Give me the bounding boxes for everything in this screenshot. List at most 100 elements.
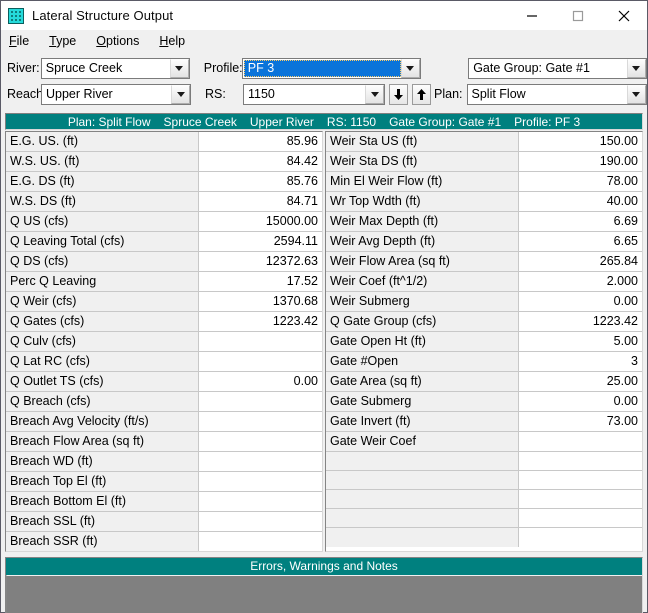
right-results-table: Weir Sta US (ft) 150.00 Weir Sta DS (ft) 19… (325, 131, 643, 552)
row-label: Q Gate Group (cfs) (326, 311, 519, 332)
table-row[interactable]: Q Outlet TS (cfs) 0.00 (6, 371, 322, 392)
chevron-down-icon[interactable] (626, 58, 646, 78)
table-row[interactable]: Breach WD (ft) (6, 451, 322, 472)
maximize-button[interactable] (555, 1, 601, 30)
row-value: 0.00 (198, 371, 322, 392)
chevron-down-icon[interactable] (169, 58, 189, 78)
menu-item-file[interactable]: File (9, 34, 29, 48)
row-value: 17.52 (198, 271, 322, 292)
row-label (326, 470, 519, 490)
row-value (198, 331, 322, 352)
table-row[interactable]: Q Breach (cfs) (6, 391, 322, 412)
table-row[interactable]: Breach SSL (ft) (6, 511, 322, 532)
row-value (198, 391, 322, 412)
table-row[interactable]: Q Gates (cfs) 1223.42 (6, 311, 322, 332)
row-value: 0.00 (518, 291, 642, 312)
table-row[interactable]: Gate Submerg 0.00 (326, 391, 642, 412)
row-label: Weir Max Depth (ft) (326, 211, 519, 232)
menu-item-options[interactable]: Options (96, 34, 139, 48)
table-row[interactable]: W.S. DS (ft) 84.71 (6, 191, 322, 212)
table-row[interactable]: Min El Weir Flow (ft) 78.00 (326, 171, 642, 192)
table-row[interactable]: E.G. US. (ft) 85.96 (6, 132, 322, 152)
row-value: 150.00 (518, 132, 642, 152)
table-row[interactable]: Weir Flow Area (sq ft) 265.84 (326, 251, 642, 272)
close-button[interactable] (601, 1, 647, 30)
menu-item-help-rest: elp (168, 33, 186, 48)
table-row[interactable]: Breach Bottom El (ft) (6, 491, 322, 512)
table-row[interactable]: Weir Submerg 0.00 (326, 291, 642, 312)
table-row[interactable] (326, 489, 642, 509)
row-label: Breach Bottom El (ft) (6, 491, 199, 512)
river-label: River: (7, 61, 40, 75)
row-label: Q Culv (cfs) (6, 331, 199, 352)
chevron-down-icon[interactable] (171, 84, 190, 104)
row-value: 5.00 (518, 331, 642, 352)
table-row[interactable]: Gate Open Ht (ft) 5.00 (326, 331, 642, 352)
table-row[interactable]: Q US (cfs) 15000.00 (6, 211, 322, 232)
chevron-down-icon[interactable] (626, 84, 646, 104)
row-label: Gate Submerg (326, 391, 519, 412)
gate-group-value: Gate Group: Gate #1 (473, 61, 590, 75)
context-plan: Plan: Split Flow (67, 114, 151, 129)
profile-combobox[interactable]: PF 3 (241, 57, 421, 79)
table-row[interactable]: Q Leaving Total (cfs) 2594.11 (6, 231, 322, 252)
table-row[interactable]: Q Weir (cfs) 1370.68 (6, 291, 322, 312)
row-value: 190.00 (518, 151, 642, 172)
row-label: Gate Invert (ft) (326, 411, 519, 432)
table-row[interactable]: Q Lat RC (cfs) (6, 351, 322, 372)
table-row[interactable]: Gate Area (sq ft) 25.00 (326, 371, 642, 392)
menu-item-help[interactable]: Help (159, 34, 185, 48)
row-label: Weir Avg Depth (ft) (326, 231, 519, 252)
menu-item-type[interactable]: Type (49, 34, 76, 48)
chevron-down-icon[interactable] (365, 84, 384, 104)
table-row[interactable]: Breach Flow Area (sq ft) (6, 431, 322, 452)
table-row[interactable]: W.S. US. (ft) 84.42 (6, 151, 322, 172)
previous-profile-button[interactable] (389, 83, 408, 105)
table-row[interactable] (326, 451, 642, 471)
plan-combobox[interactable]: Split Flow (466, 83, 647, 105)
row-value: 40.00 (518, 191, 642, 212)
table-row[interactable] (326, 470, 642, 490)
menu-item-options-rest: ptions (106, 33, 140, 48)
table-row[interactable]: Wr Top Wdth (ft) 40.00 (326, 191, 642, 212)
context-info-text: Plan: Split Flow Spruce Creek Upper River R… (68, 115, 580, 129)
gate-group-combobox[interactable]: Gate Group: Gate #1 (468, 57, 647, 79)
selector-area: River: Spruce Creek Profile: PF 3 Gate G… (1, 52, 647, 111)
table-row[interactable]: Gate Invert (ft) 73.00 (326, 411, 642, 432)
table-row[interactable]: Breach SSR (ft) (6, 531, 322, 551)
table-row[interactable]: Perc Q Leaving 17.52 (6, 271, 322, 292)
row-value: 12372.63 (198, 251, 322, 272)
context-river: Spruce Creek (163, 114, 237, 129)
context-info-bar: Plan: Split Flow Spruce Creek Upper River R… (5, 113, 643, 130)
table-row[interactable]: E.G. DS (ft) 85.76 (6, 171, 322, 192)
table-row[interactable]: Weir Sta DS (ft) 190.00 (326, 151, 642, 172)
chevron-down-icon[interactable] (400, 58, 420, 78)
table-row[interactable] (326, 508, 642, 528)
lateral-structure-output-window: Lateral Structure Output File Type Optio… (0, 0, 648, 613)
window-title: Lateral Structure Output (32, 8, 174, 23)
table-row[interactable]: Q DS (cfs) 12372.63 (6, 251, 322, 272)
row-value: 3 (518, 351, 642, 372)
table-row[interactable]: Gate #Open 3 (326, 351, 642, 372)
table-row[interactable]: Weir Coef (ft^1/2) 2.000 (326, 271, 642, 292)
table-row[interactable]: Weir Max Depth (ft) 6.69 (326, 211, 642, 232)
errors-panel-body[interactable] (6, 575, 642, 613)
row-label: Weir Sta DS (ft) (326, 151, 519, 172)
row-value: 2.000 (518, 271, 642, 292)
table-row[interactable] (326, 527, 642, 547)
row-value (198, 531, 322, 551)
table-row[interactable]: Gate Weir Coef (326, 431, 642, 452)
table-row[interactable]: Q Gate Group (cfs) 1223.42 (326, 311, 642, 332)
river-combobox[interactable]: Spruce Creek (40, 57, 190, 79)
table-row[interactable]: Weir Sta US (ft) 150.00 (326, 132, 642, 152)
minimize-button[interactable] (509, 1, 555, 30)
next-profile-button[interactable] (412, 83, 431, 105)
table-row[interactable]: Breach Avg Velocity (ft/s) (6, 411, 322, 432)
rs-combobox[interactable]: 1150 (243, 83, 385, 105)
row-label: Weir Sta US (ft) (326, 132, 519, 152)
row-value (518, 489, 642, 509)
table-row[interactable]: Weir Avg Depth (ft) 6.65 (326, 231, 642, 252)
table-row[interactable]: Q Culv (cfs) (6, 331, 322, 352)
reach-combobox[interactable]: Upper River (41, 83, 191, 105)
table-row[interactable]: Breach Top El (ft) (6, 471, 322, 492)
